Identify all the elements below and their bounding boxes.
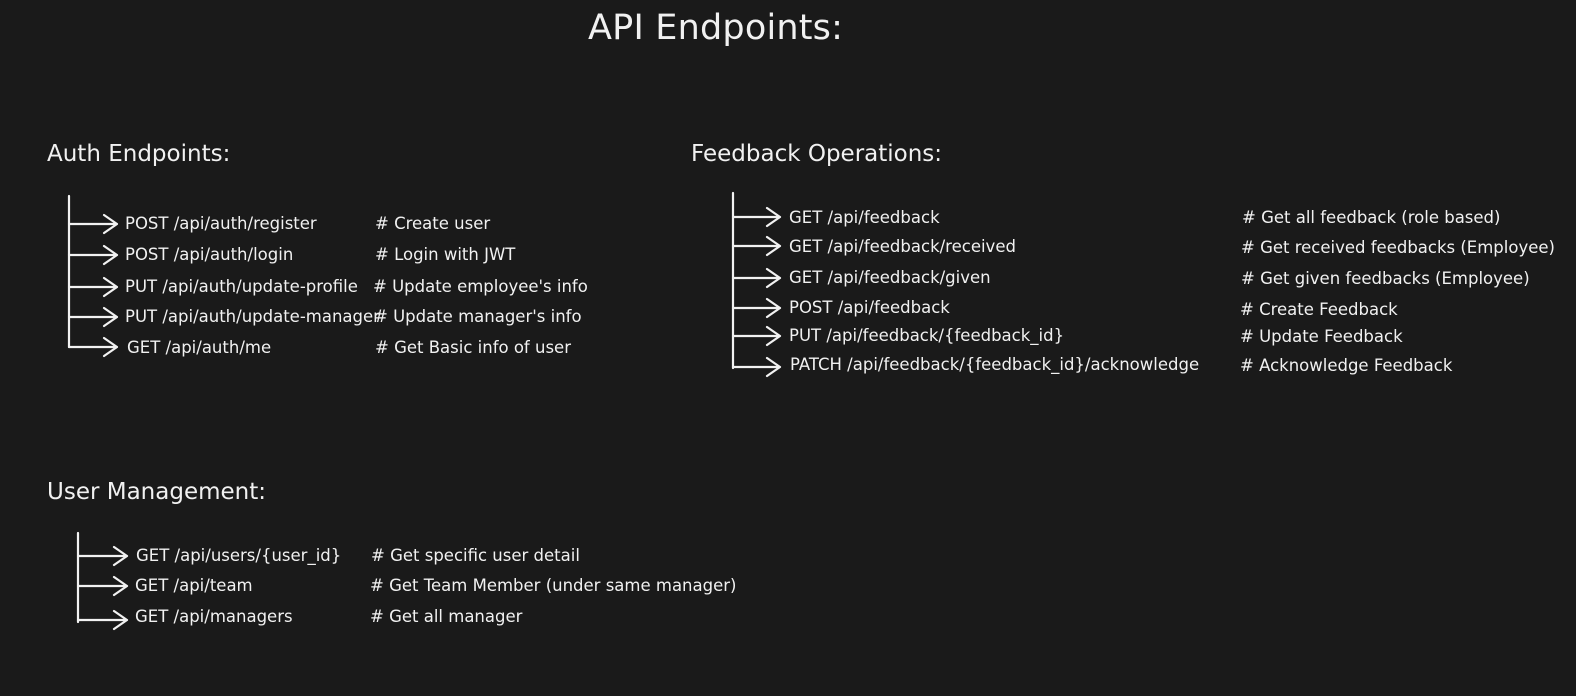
feedback-branch-arrow <box>731 206 782 228</box>
feedback-branch-arrow <box>731 325 782 347</box>
endpoint-comment: # Update manager's info <box>374 307 582 326</box>
endpoint-comment: # Create Feedback <box>1240 300 1398 319</box>
endpoint-label: GET /api/feedback/given <box>789 268 991 287</box>
endpoint-comment: # Get all manager <box>370 607 523 626</box>
endpoint-comment: # Update Feedback <box>1240 327 1403 346</box>
page-title: API Endpoints: <box>588 8 844 48</box>
endpoint-label: GET /api/feedback <box>789 208 940 227</box>
endpoint-comment: # Get Team Member (under same manager) <box>370 576 737 595</box>
endpoint-label: PATCH /api/feedback/{feedback_id}/acknow… <box>790 355 1200 374</box>
endpoint-label: POST /api/feedback <box>789 298 950 317</box>
auth-branch-arrow <box>67 276 119 298</box>
feedback-branch-arrow <box>731 356 782 378</box>
endpoint-label: POST /api/auth/register <box>125 214 317 233</box>
endpoint-comment: # Update employee's info <box>373 277 588 296</box>
auth-branch-arrow <box>67 244 119 266</box>
endpoint-label: PUT /api/feedback/{feedback_id} <box>789 326 1065 345</box>
endpoint-label: GET /api/managers <box>135 607 293 626</box>
endpoint-comment: # Login with JWT <box>375 245 516 264</box>
users-branch-arrow <box>76 545 129 567</box>
auth-section-heading: Auth Endpoints: <box>47 141 231 167</box>
endpoint-label: PUT /api/auth/update-profile <box>125 277 358 296</box>
endpoint-label: GET /api/users/{user_id} <box>136 546 342 565</box>
users-branch-arrow <box>76 609 129 631</box>
endpoint-comment: # Acknowledge Feedback <box>1240 356 1453 375</box>
feedback-branch-arrow <box>731 235 782 257</box>
endpoint-comment: # Get received feedbacks (Employee) <box>1241 238 1555 257</box>
feedback-section-heading: Feedback Operations: <box>691 141 943 167</box>
endpoint-comment: # Get given feedbacks (Employee) <box>1241 269 1530 288</box>
endpoint-label: POST /api/auth/login <box>125 245 294 264</box>
auth-branch-arrow <box>67 336 119 358</box>
users-section-heading: User Management: <box>47 479 266 505</box>
auth-branch-arrow <box>67 306 119 328</box>
endpoint-label: PUT /api/auth/update-manager <box>125 307 380 326</box>
endpoint-label: GET /api/feedback/received <box>789 237 1016 256</box>
endpoint-comment: # Get specific user detail <box>371 546 580 565</box>
feedback-branch-arrow <box>731 297 782 319</box>
endpoint-label: GET /api/team <box>135 576 253 595</box>
endpoint-comment: # Create user <box>375 214 491 233</box>
auth-branch-arrow <box>67 213 119 235</box>
feedback-branch-arrow <box>731 267 782 289</box>
endpoint-comment: # Get Basic info of user <box>375 338 571 357</box>
users-branch-arrow <box>76 575 129 597</box>
endpoint-comment: # Get all feedback (role based) <box>1242 208 1501 227</box>
endpoint-label: GET /api/auth/me <box>127 338 272 357</box>
